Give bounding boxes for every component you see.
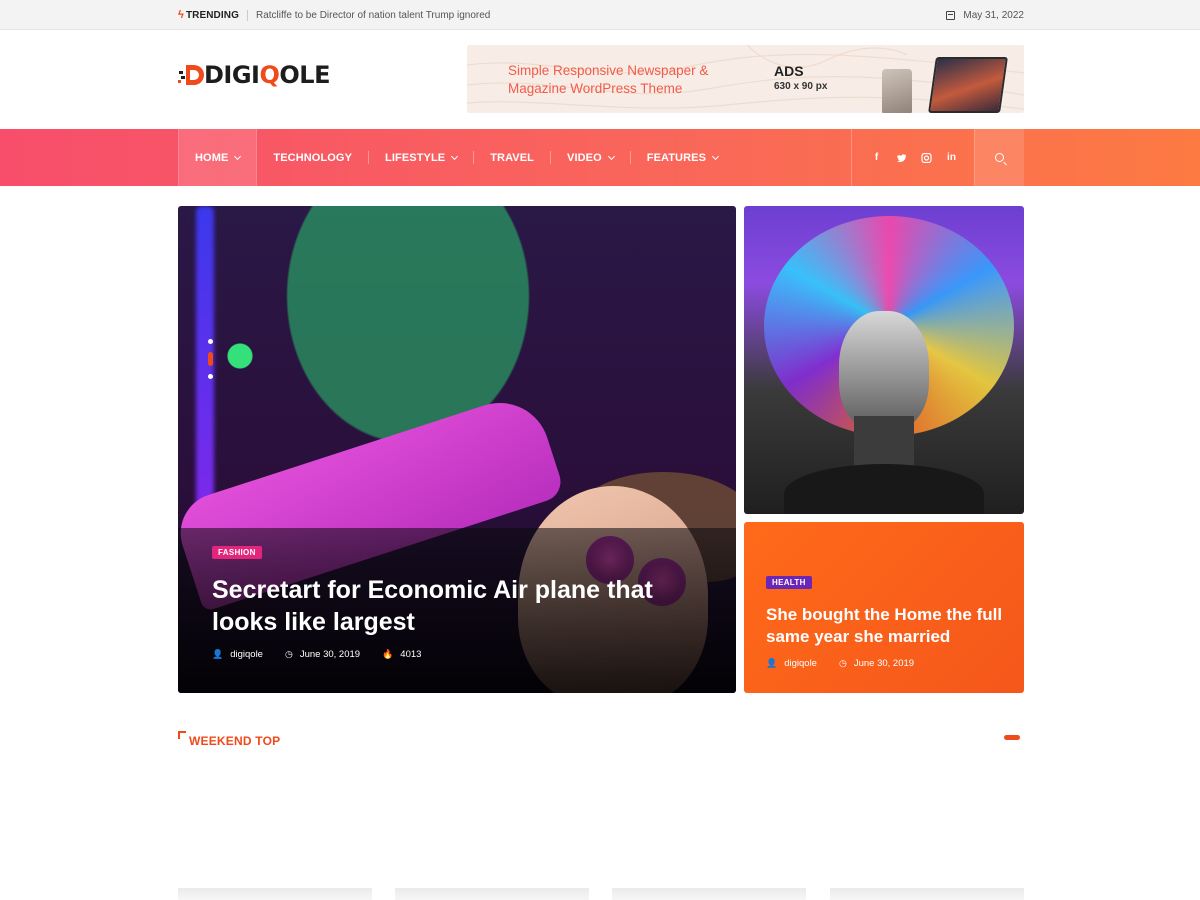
- featured-post[interactable]: FASHION Secretart for Economic Air plane…: [178, 206, 736, 693]
- post-title[interactable]: Secretart for Economic Air plane that lo…: [212, 574, 702, 638]
- nav-item-home[interactable]: HOME: [178, 129, 258, 186]
- nav-item-features[interactable]: FEATURES: [631, 129, 734, 186]
- art-face: [839, 311, 929, 431]
- weekend-post-thumbnail[interactable]: [178, 888, 372, 900]
- user-icon: 👤: [212, 649, 224, 659]
- post-author[interactable]: digiqole: [784, 658, 817, 669]
- fire-icon: 🔥: [382, 649, 394, 659]
- category-badge[interactable]: FASHION: [212, 546, 262, 559]
- ad-size: 630 x 90 px: [774, 81, 828, 92]
- carousel-pager[interactable]: [1004, 735, 1020, 740]
- ad-title: Simple Responsive Newspaper & Magazine W…: [508, 63, 709, 96]
- post-author[interactable]: digiqole: [230, 649, 263, 660]
- clock-icon: ◷: [284, 649, 293, 659]
- search-button[interactable]: [974, 129, 1024, 186]
- nav-item-lifestyle[interactable]: LIFESTYLE: [369, 129, 473, 186]
- weekend-post-thumbnail[interactable]: [395, 888, 589, 900]
- post-title[interactable]: She bought the Home the full same year s…: [766, 604, 1016, 648]
- logo-text: DIGIQOLE: [204, 61, 330, 89]
- main-navigation: HOME TECHNOLOGY LIFESTYLE TRAVEL VIDEO F…: [0, 129, 1200, 186]
- chevron-down-icon: [607, 152, 615, 160]
- slider-dots: [208, 335, 213, 383]
- calendar-icon: [946, 10, 956, 20]
- slider-dot-active[interactable]: [208, 352, 213, 366]
- current-date: May 31, 2022: [946, 10, 1024, 21]
- phone-image: [882, 69, 912, 113]
- user-icon: 👤: [766, 658, 778, 668]
- slider-dot[interactable]: [208, 339, 213, 344]
- linkedin-icon[interactable]: in: [939, 152, 964, 163]
- laptop-image: [928, 57, 1008, 113]
- weekend-post-thumbnail[interactable]: [612, 888, 806, 900]
- nav-item-travel[interactable]: TRAVEL: [474, 129, 550, 186]
- chevron-down-icon: [451, 152, 459, 160]
- facebook-icon[interactable]: f: [864, 152, 889, 163]
- search-icon: [995, 153, 1004, 162]
- logo-mark-icon: [178, 65, 204, 85]
- post-date: June 30, 2019: [299, 649, 361, 660]
- post-date: June 30, 2019: [853, 658, 915, 669]
- chevron-down-icon: [234, 152, 242, 160]
- social-links: f in: [851, 129, 974, 186]
- divider: [246, 9, 248, 21]
- side-post-card[interactable]: HEALTH She bought the Home the full same…: [744, 522, 1024, 693]
- weekend-post-thumbnail[interactable]: [830, 888, 1024, 900]
- nav-item-video[interactable]: VIDEO: [551, 129, 630, 186]
- side-post-image[interactable]: [744, 206, 1024, 514]
- chevron-down-icon: [711, 152, 720, 160]
- ad-banner[interactable]: Simple Responsive Newspaper & Magazine W…: [467, 45, 1024, 113]
- ad-label: ADS: [774, 63, 804, 79]
- post-views: 4013: [400, 649, 422, 660]
- clock-icon: ◷: [838, 658, 847, 668]
- nav-item-technology[interactable]: TECHNOLOGY: [257, 129, 368, 186]
- post-meta: 👤 digiqole ◷ June 30, 2019 🔥 4013: [212, 649, 421, 660]
- art-shoulder: [784, 464, 984, 514]
- top-bar: ϟ TRENDING Ratcliffe to be Director of n…: [0, 0, 1200, 30]
- section-title: WEEKEND TOP: [189, 734, 281, 748]
- twitter-icon[interactable]: [889, 153, 914, 163]
- site-logo[interactable]: DIGIQOLE: [178, 61, 330, 89]
- trending-headline-link[interactable]: Ratcliffe to be Director of nation talen…: [256, 10, 490, 21]
- category-badge[interactable]: HEALTH: [766, 576, 812, 589]
- post-meta: 👤 digiqole ◷ June 30, 2019: [766, 658, 914, 669]
- trending-label: ϟ TRENDING: [178, 9, 239, 21]
- bolt-icon: ϟ: [178, 9, 184, 21]
- date-text: May 31, 2022: [963, 9, 1024, 21]
- slider-dot[interactable]: [208, 374, 213, 379]
- instagram-icon[interactable]: [914, 152, 939, 163]
